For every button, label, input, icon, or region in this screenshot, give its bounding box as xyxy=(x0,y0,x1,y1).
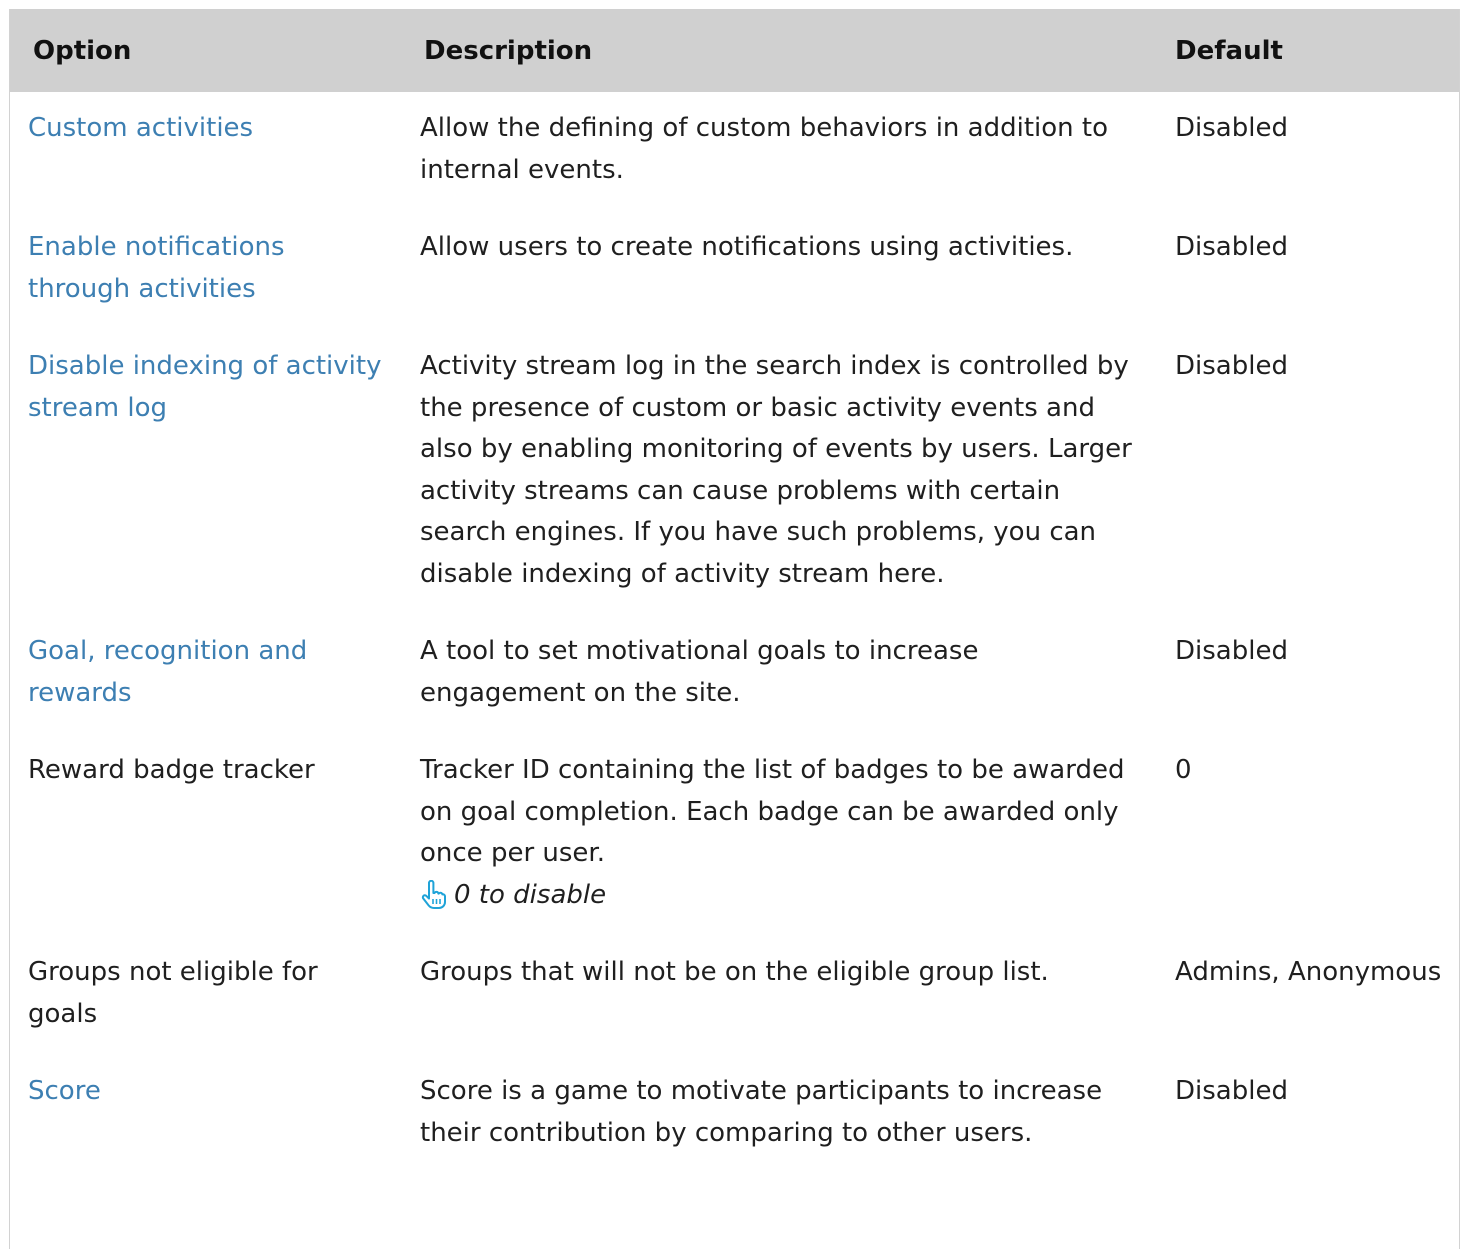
option-cell: Score xyxy=(10,1055,402,1174)
table-row: Score Score is a game to motivate partic… xyxy=(10,1055,1459,1174)
hint-note: 0 to disable xyxy=(420,875,1143,917)
option-cell: Disable indexing of activity stream log xyxy=(10,330,402,615)
table-row: Custom activities Allow the defining of … xyxy=(10,92,1459,211)
enable-notifications-link[interactable]: Enable notifications through activities xyxy=(28,232,285,304)
table-row: Enable notifications through activities … xyxy=(10,211,1459,330)
table-header-row: Option Description Default xyxy=(10,9,1459,92)
preferences-table: Option Description Default Custom activi… xyxy=(10,9,1459,1174)
default-cell: Disabled xyxy=(1175,232,1288,262)
description-cell: Allow users to create notifications usin… xyxy=(420,232,1074,262)
option-cell: Groups not eligible for goals xyxy=(10,936,402,1055)
groups-not-eligible-label: Groups not eligible for goals xyxy=(28,957,318,1029)
goal-recognition-rewards-link[interactable]: Goal, recognition and rewards xyxy=(28,636,307,708)
description-cell: Allow the defining of custom behaviors i… xyxy=(420,113,1108,185)
description-cell: Tracker ID containing the list of badges… xyxy=(402,734,1157,936)
option-column-header: Option xyxy=(10,9,402,92)
description-cell: Groups that will not be on the eligible … xyxy=(420,957,1049,987)
table-row: Reward badge tracker Tracker ID containi… xyxy=(10,734,1459,936)
default-cell: Disabled xyxy=(1175,351,1288,381)
option-cell: Custom activities xyxy=(10,92,402,211)
option-cell: Goal, recognition and rewards xyxy=(10,615,402,734)
description-cell: A tool to set motivational goals to incr… xyxy=(420,636,979,708)
preferences-table-frame: Option Description Default Custom activi… xyxy=(9,9,1460,1249)
hint-text: 0 to disable xyxy=(454,879,607,910)
default-column-header: Default xyxy=(1157,9,1459,92)
default-cell: Disabled xyxy=(1175,113,1288,143)
disable-indexing-link[interactable]: Disable indexing of activity stream log xyxy=(28,351,381,423)
description-column-header: Description xyxy=(402,9,1157,92)
description-cell: Activity stream log in the search index … xyxy=(420,351,1132,589)
reward-badge-tracker-label: Reward badge tracker xyxy=(28,755,315,785)
table-row: Goal, recognition and rewards A tool to … xyxy=(10,615,1459,734)
description-text: Tracker ID containing the list of badges… xyxy=(420,755,1125,868)
option-cell: Enable notifications through activities xyxy=(10,211,402,330)
custom-activities-link[interactable]: Custom activities xyxy=(28,113,253,143)
table-row: Disable indexing of activity stream log … xyxy=(10,330,1459,615)
default-cell: Disabled xyxy=(1175,636,1288,666)
default-cell: Disabled xyxy=(1175,1076,1288,1106)
score-link[interactable]: Score xyxy=(28,1076,101,1106)
description-cell: Score is a game to motivate participants… xyxy=(420,1076,1103,1148)
default-cell: Admins, Anonymous xyxy=(1175,957,1442,987)
option-cell: Reward badge tracker xyxy=(10,734,402,936)
default-cell: 0 xyxy=(1175,755,1192,785)
table-row: Groups not eligible for goals Groups tha… xyxy=(10,936,1459,1055)
pointing-hand-icon xyxy=(420,880,446,910)
